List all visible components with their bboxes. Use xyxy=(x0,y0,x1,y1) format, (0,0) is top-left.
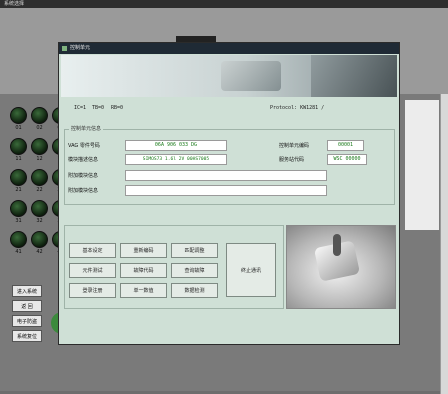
diagnostic-port-button[interactable] xyxy=(31,107,48,124)
service-station-value: WSC 00000 xyxy=(327,154,367,165)
dialog-app-icon xyxy=(62,46,67,51)
ecu-code-label: 控制单元编码 xyxy=(279,143,310,149)
status-ic: IC=1 xyxy=(74,105,87,111)
extra-module-label-2: 附加模块信息 xyxy=(68,188,99,194)
control-unit-dialog: 控制单元 IC=1 TB=0 RB=0 Protocol: KW1281 / 控… xyxy=(58,42,400,345)
bg-right-panel xyxy=(405,100,439,230)
app-title-bar: 系统选择 xyxy=(0,0,448,8)
extra-module-field-1 xyxy=(125,170,327,181)
diagnostic-port-button[interactable] xyxy=(10,200,27,217)
port-label: 41 xyxy=(15,249,22,255)
enter-system-button[interactable]: 进入系统 xyxy=(12,285,42,297)
port-label: 32 xyxy=(36,218,43,224)
query-faults-button[interactable]: 查询故障 xyxy=(171,263,218,278)
port-label: 12 xyxy=(36,156,43,162)
single-value-button[interactable]: 单一数值 xyxy=(120,283,167,298)
diagnostic-port-button[interactable] xyxy=(10,169,27,186)
diagnostic-port-button[interactable] xyxy=(10,107,27,124)
port-label: 31 xyxy=(15,218,22,224)
ecu-code-value: 00001 xyxy=(327,140,364,151)
gear-shifter-image xyxy=(286,225,396,309)
basic-settings-button[interactable]: 基本设定 xyxy=(69,243,116,258)
data-stream-button[interactable]: 数据检测 xyxy=(171,283,218,298)
recode-button[interactable]: 重新编码 xyxy=(120,243,167,258)
bg-scrollbar[interactable] xyxy=(440,94,448,394)
diagnostic-port-button[interactable] xyxy=(10,231,27,248)
fault-codes-button[interactable]: 故障代码 xyxy=(120,263,167,278)
stop-communication-button[interactable]: 终止通讯 xyxy=(226,243,276,297)
immobilizer-button[interactable]: 电子防盗 xyxy=(12,315,42,327)
port-label: 01 xyxy=(15,125,22,131)
extra-module-field-2 xyxy=(125,185,327,196)
diagnostic-port-button[interactable] xyxy=(31,231,48,248)
vag-label: VAG 零件号码 xyxy=(68,143,100,149)
group-label: 控制单元信息 xyxy=(69,125,104,132)
port-label: 21 xyxy=(15,187,22,193)
module-label: 模块描述信息 xyxy=(68,157,99,163)
extra-module-label-1: 附加模块信息 xyxy=(68,173,99,179)
diagnostic-port-button[interactable] xyxy=(31,138,48,155)
login-button[interactable]: 登录注册 xyxy=(69,283,116,298)
back-button[interactable]: 返 回 xyxy=(12,300,42,312)
diagnostic-port-button[interactable] xyxy=(10,138,27,155)
diagnostic-port-button[interactable] xyxy=(31,169,48,186)
adaptation-button[interactable]: 匹配调整 xyxy=(171,243,218,258)
dialog-title: 控制单元 xyxy=(70,45,91,51)
vag-value: 06A 906 033 DG xyxy=(125,140,227,151)
status-rb: RB=0 xyxy=(111,105,124,111)
port-label: 02 xyxy=(36,125,43,131)
status-protocol: Protocol: KW1281 / xyxy=(270,105,325,111)
component-test-button[interactable]: 元件测试 xyxy=(69,263,116,278)
diagnostic-port-button[interactable] xyxy=(31,200,48,217)
dialog-banner-image xyxy=(61,55,397,97)
port-label: 22 xyxy=(36,187,43,193)
port-label: 42 xyxy=(36,249,43,255)
service-station-label: 服务站代码 xyxy=(279,157,305,163)
system-reset-button[interactable]: 系统复位 xyxy=(12,330,42,342)
port-label: 11 xyxy=(15,156,22,162)
module-value: SIMOS73 1.6l 2V 00HS7005 xyxy=(125,154,227,165)
dialog-title-bar[interactable]: 控制单元 xyxy=(59,43,399,54)
status-tb: TB=0 xyxy=(92,105,105,111)
